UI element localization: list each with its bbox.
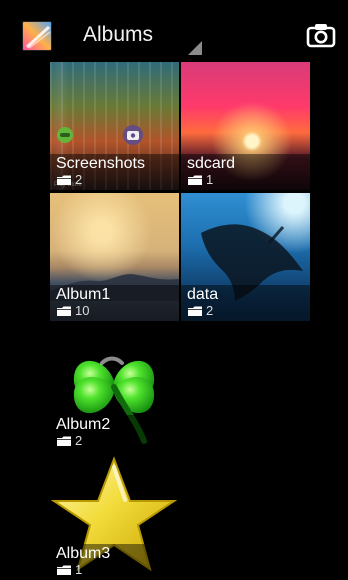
album-tile-data[interactable]: data 2 xyxy=(181,193,310,321)
album-tile-screenshots[interactable]: Play Store Screenshots 2 xyxy=(50,62,179,190)
folder-icon xyxy=(188,306,202,316)
album-count: 1 xyxy=(75,562,83,577)
album-count: 2 xyxy=(206,303,214,318)
album-tile-sdcard[interactable]: sdcard 1 xyxy=(181,62,310,190)
camera-icon[interactable] xyxy=(306,22,336,48)
folder-icon xyxy=(188,175,202,185)
album-count: 2 xyxy=(75,433,83,448)
album-label: data 2 xyxy=(181,285,310,321)
album-name: data xyxy=(187,286,219,303)
folder-icon xyxy=(57,306,71,316)
album-label: Screenshots 2 xyxy=(50,154,179,190)
album-label: Album2 2 xyxy=(50,415,179,451)
folder-icon xyxy=(57,436,71,446)
gallery-app-icon[interactable] xyxy=(22,21,52,51)
gallery-app-icon-graphic xyxy=(23,22,51,50)
album-name: Album2 xyxy=(56,416,111,433)
folder-icon xyxy=(57,565,71,575)
album-tile-album1[interactable]: Album1 10 xyxy=(50,193,179,321)
folder-icon xyxy=(57,175,71,185)
album-name: Album3 xyxy=(56,545,111,562)
album-tile-album2[interactable]: Album2 2 xyxy=(50,323,179,451)
album-name: sdcard xyxy=(187,155,236,172)
album-tile-album3[interactable]: Album3 1 xyxy=(50,453,179,580)
album-name: Screenshots xyxy=(56,155,145,172)
album-count: 1 xyxy=(206,172,214,187)
action-bar: Albums xyxy=(0,0,348,60)
camera-badge-icon xyxy=(123,125,143,145)
page-title[interactable]: Albums xyxy=(83,21,153,49)
album-label: Album3 1 xyxy=(50,544,179,580)
android-badge-icon xyxy=(57,127,73,143)
dropdown-triangle-icon[interactable] xyxy=(188,41,202,55)
album-name: Album1 xyxy=(56,286,111,303)
album-label: Album1 10 xyxy=(50,285,179,321)
album-count: 2 xyxy=(75,172,83,187)
album-count: 10 xyxy=(75,303,90,318)
album-label: sdcard 1 xyxy=(181,154,310,190)
